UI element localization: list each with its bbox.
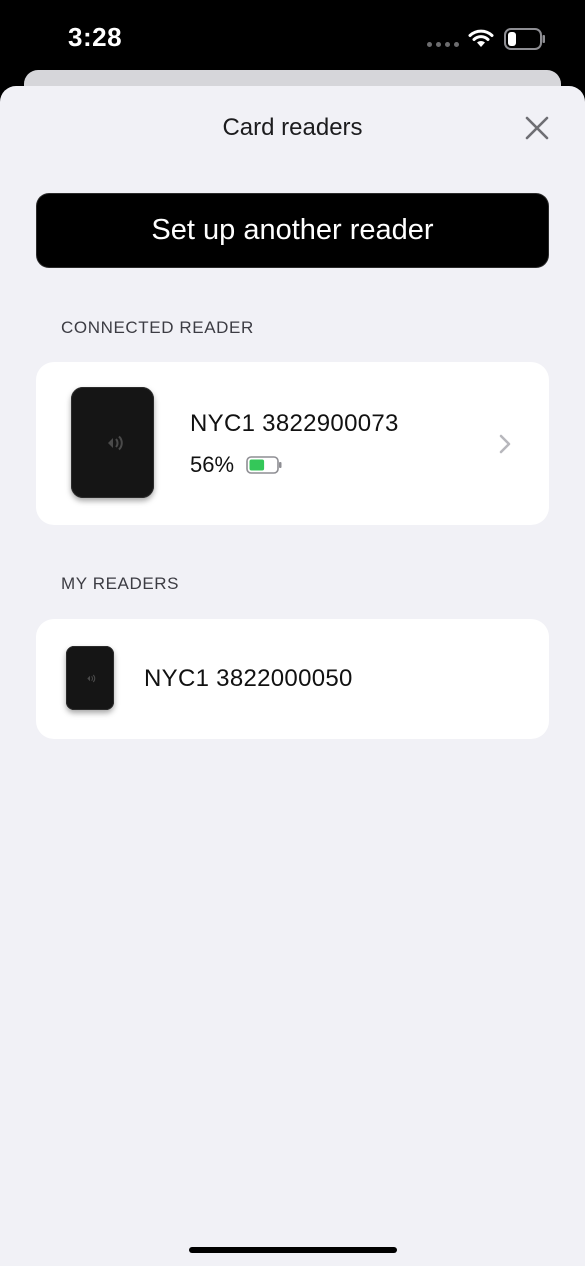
setup-another-reader-button[interactable]: Set up another reader [37, 194, 548, 267]
reader-device-image [66, 646, 114, 710]
my-reader-card[interactable]: NYC1 3822000050 [36, 619, 549, 739]
connected-reader-battery-text: 56% [190, 452, 235, 477]
my-readers-section-label: MY READERS [61, 574, 180, 593]
signal-icon [427, 42, 459, 47]
card-readers-sheet: Card readers Set up another reader CONNE… [0, 86, 585, 1266]
contactless-icon [84, 674, 96, 682]
status-bar: 3:28 [0, 0, 585, 80]
sheet-title: Card readers [222, 114, 363, 141]
my-reader-name: NYC1 3822000050 [144, 665, 353, 692]
close-icon[interactable] [523, 114, 551, 142]
connected-reader-name: NYC1 3822900073 [190, 410, 399, 437]
connected-reader-card[interactable]: NYC1 3822900073 56% [36, 362, 549, 525]
wifi-icon [468, 29, 494, 47]
chevron-right-icon[interactable] [498, 434, 512, 454]
reader-battery-icon [246, 456, 282, 474]
battery-icon [504, 28, 545, 50]
reader-device-image [71, 387, 154, 498]
connected-reader-section-label: CONNECTED READER [61, 318, 254, 337]
status-time: 3:28 [68, 22, 123, 52]
home-indicator [189, 1247, 397, 1253]
contactless-icon [102, 435, 123, 450]
